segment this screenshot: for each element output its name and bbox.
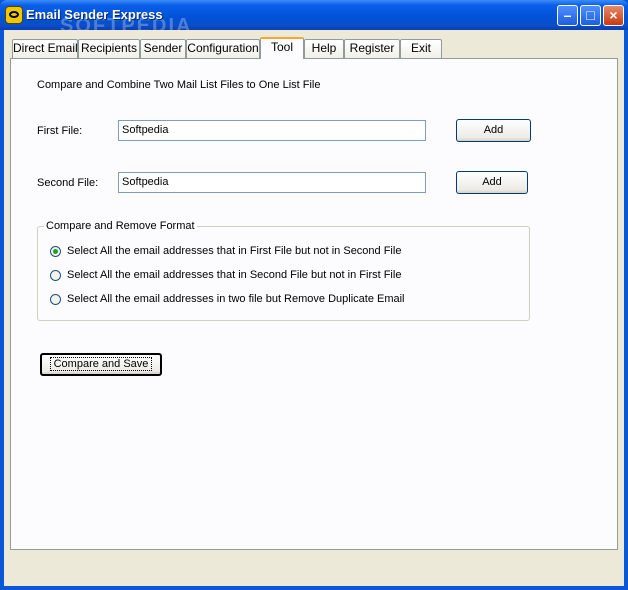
tab-help[interactable]: Help	[304, 39, 344, 58]
second-file-add-button[interactable]: Add	[456, 171, 528, 194]
client-area: Direct Email Recipients Sender Configura…	[4, 30, 624, 586]
radio-button[interactable]	[50, 270, 61, 281]
tab-direct-email[interactable]: Direct Email	[12, 39, 78, 58]
second-file-input[interactable]: Softpedia	[118, 172, 426, 193]
app-window: SOFTPEDIA Email Sender Express – □ × Dir…	[0, 0, 628, 590]
option-label: Select All the email addresses that in F…	[67, 245, 402, 257]
tool-heading: Compare and Combine Two Mail List Files …	[37, 79, 321, 91]
compare-format-group: Compare and Remove Format Select All the…	[37, 220, 530, 321]
app-icon[interactable]	[5, 6, 23, 24]
tab-tool[interactable]: Tool	[260, 37, 304, 59]
compare-and-save-label: Compare and Save	[49, 357, 153, 371]
first-file-add-button[interactable]: Add	[456, 119, 531, 142]
radio-button[interactable]	[50, 294, 61, 305]
tool-panel: Compare and Combine Two Mail List Files …	[10, 58, 618, 550]
tab-configuration[interactable]: Configuration	[186, 39, 260, 58]
tab-exit[interactable]: Exit	[400, 39, 442, 58]
minimize-icon[interactable]: –	[557, 5, 578, 26]
tab-sender[interactable]: Sender	[140, 39, 186, 58]
tab-register[interactable]: Register	[344, 39, 400, 58]
maximize-icon[interactable]: □	[580, 5, 601, 26]
close-icon[interactable]: ×	[603, 5, 624, 26]
title-bar[interactable]: SOFTPEDIA Email Sender Express – □ ×	[0, 0, 628, 37]
tab-recipients[interactable]: Recipients	[78, 39, 140, 58]
second-file-label: Second File:	[37, 177, 99, 189]
compare-format-title: Compare and Remove Format	[44, 220, 197, 232]
compare-and-save-button[interactable]: Compare and Save	[40, 353, 162, 376]
first-file-label: First File:	[37, 125, 83, 137]
radio-button[interactable]	[50, 246, 61, 257]
window-title: Email Sender Express	[26, 7, 163, 22]
first-file-input[interactable]: Softpedia	[118, 120, 426, 141]
option-label: Select All the email addresses that in S…	[67, 269, 402, 281]
option-label: Select All the email addresses in two fi…	[67, 293, 405, 305]
